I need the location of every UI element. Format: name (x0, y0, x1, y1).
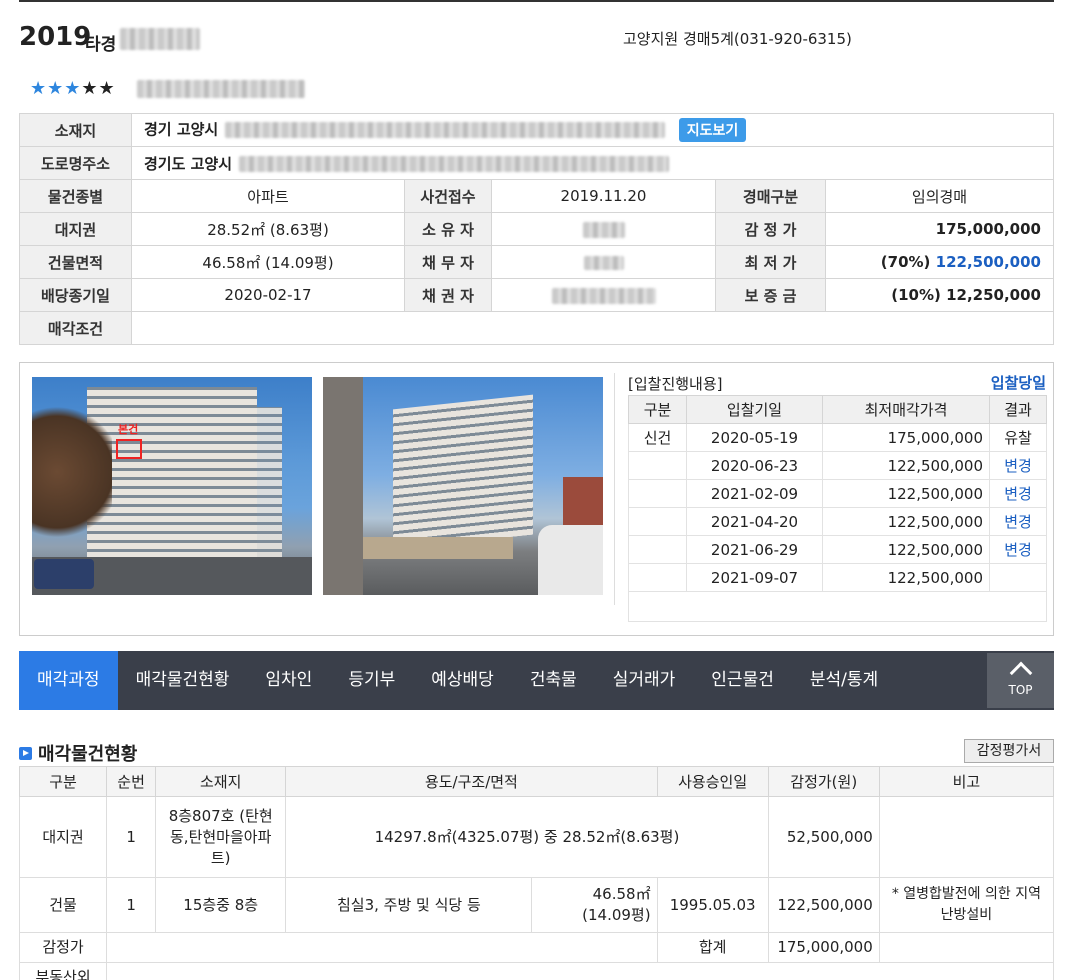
marked-unit-label: 본건 (118, 423, 139, 436)
bid-day-link[interactable]: 입찰당일 (991, 372, 1046, 393)
bid-result-link[interactable]: 변경 (989, 479, 1047, 508)
building-area-label: 건물면적 (19, 245, 132, 279)
bid-row: 2021-06-29 122,500,000 변경 (628, 535, 1047, 564)
bid-col-type: 구분 (628, 395, 687, 424)
bid-row: 2020-06-23 122,500,000 변경 (628, 451, 1047, 480)
appraisal-report-button[interactable]: 감정평가서 (964, 739, 1054, 763)
star-empty-icon: ★★ (81, 78, 116, 99)
bid-row: 2021-02-09 122,500,000 변경 (628, 479, 1047, 508)
tab-real-transactions[interactable]: 실거래가 (595, 651, 694, 710)
case-received-label: 사건접수 (404, 179, 492, 213)
bid-row-empty (628, 591, 1047, 622)
auction-type-label: 경매구분 (715, 179, 826, 213)
case-info-table: 소재지 경기 고양시 지도보기 도로명주소 경기도 고양시 물건종별 아파트 사… (19, 113, 1054, 345)
land-right-value: 28.52㎡ (8.63평) (131, 212, 405, 246)
table-row: 감정가 합계 175,000,000 (18, 932, 1055, 963)
property-photo-2[interactable] (323, 377, 603, 595)
tab-navigation: 매각과정 매각물건현황 임차인 등기부 예상배당 건축물 실거래가 인근물건 분… (19, 651, 1054, 710)
tab-analysis[interactable]: 분석/통계 (792, 651, 896, 710)
auction-type-value: 임의경매 (825, 179, 1054, 213)
sale-items-table: 구분 순번 소재지 용도/구조/면적 사용승인일 감정가(원) 비고 대지권 1… (18, 766, 1055, 980)
creditor-value (491, 278, 716, 312)
chevron-up-icon (1009, 661, 1032, 685)
col-no: 순번 (106, 766, 157, 797)
case-type: 타경 (85, 35, 117, 55)
tab-nearby-properties[interactable]: 인근물건 (693, 651, 792, 710)
col-remarks: 비고 (878, 766, 1055, 797)
rating-stars: ★★★★★ (30, 78, 116, 99)
road-address-value: 경기도 고양시 (131, 146, 1054, 180)
bid-result-link[interactable]: 변경 (989, 535, 1047, 564)
sale-condition-label: 매각조건 (19, 311, 132, 345)
road-address-label: 도로명주소 (19, 146, 132, 180)
bid-result-link[interactable]: 변경 (989, 507, 1047, 536)
case-received-value: 2019.11.20 (491, 179, 716, 213)
property-type-value: 아파트 (131, 179, 405, 213)
bid-row: 신건 2020-05-19 175,000,000 유찰 (628, 423, 1047, 452)
table-row: 건물 1 15층중 8층 침실3, 주방 및 식당 등 46.58㎡ (14.0… (18, 877, 1055, 933)
scroll-top-button[interactable]: TOP (987, 653, 1054, 708)
debtor-label: 채 무 자 (404, 245, 492, 279)
rating-text-redacted (137, 80, 305, 98)
property-type-label: 물건종별 (19, 179, 132, 213)
col-location: 소재지 (155, 766, 287, 797)
col-appraisal: 감정가(원) (767, 766, 880, 797)
case-number-redacted (120, 28, 200, 50)
star-filled-icon: ★★★ (30, 78, 82, 99)
col-approval-date: 사용승인일 (656, 766, 769, 797)
bid-col-date: 입찰기일 (686, 395, 823, 424)
bid-col-price: 최저매각가격 (822, 395, 990, 424)
min-price-value: (70%) 122,500,000 (825, 245, 1054, 279)
play-icon (19, 747, 32, 760)
creditor-label: 채 권 자 (404, 278, 492, 312)
debtor-value (491, 245, 716, 279)
address-redacted (225, 122, 666, 138)
tab-tenants[interactable]: 임차인 (247, 651, 330, 710)
tab-building[interactable]: 건축물 (512, 651, 595, 710)
tab-registry[interactable]: 등기부 (330, 651, 413, 710)
case-header: 2019 타경 고양지원 경매5계(031-920-6315) (19, 20, 1054, 60)
bid-progress-title: [입찰진행내용] (628, 375, 723, 393)
bid-result-link[interactable]: 변경 (989, 451, 1047, 480)
deposit-label: 보 증 금 (715, 278, 826, 312)
property-photo-1[interactable]: 본건 (32, 377, 312, 595)
case-year: 2019 (19, 22, 92, 52)
panel-divider (614, 373, 615, 605)
col-type: 구분 (18, 766, 108, 797)
min-price-label: 최 저 가 (715, 245, 826, 279)
section-title: 매각물건현황 (19, 740, 137, 766)
owner-label: 소 유 자 (404, 212, 492, 246)
bid-history-table: 구분 입찰기일 최저매각가격 결과 신건 2020-05-19 175,000,00… (628, 395, 1047, 622)
col-usage: 용도/구조/면적 (285, 766, 658, 797)
location-label: 소재지 (19, 113, 132, 147)
appraisal-label: 감 정 가 (715, 212, 826, 246)
court-info: 고양지원 경매5계(031-920-6315) (623, 30, 852, 48)
table-row: 대지권 1 8층807호 (탄현동,탄현마을아파트) 14297.8㎡(4325… (18, 796, 1055, 878)
building-area-value: 46.58㎡ (14.09평) (131, 245, 405, 279)
land-right-label: 대지권 (19, 212, 132, 246)
map-view-button[interactable]: 지도보기 (678, 118, 747, 142)
dividend-deadline-label: 배당종기일 (19, 278, 132, 312)
tab-sale-items[interactable]: 매각물건현황 (118, 651, 248, 710)
location-value: 경기 고양시 지도보기 (131, 113, 1054, 147)
road-address-redacted (239, 156, 670, 172)
bid-col-result: 결과 (989, 395, 1047, 424)
table-row: 부동산외 (18, 962, 1054, 980)
tab-sale-process[interactable]: 매각과정 (19, 651, 118, 710)
top-divider (19, 0, 1054, 2)
bid-row: 2021-09-07 122,500,000 (628, 563, 1047, 592)
dividend-deadline-value: 2020-02-17 (131, 278, 405, 312)
bid-row: 2021-04-20 122,500,000 변경 (628, 507, 1047, 536)
owner-value (491, 212, 716, 246)
photo-bid-panel: 본건 [입찰진행내용] 입찰당일 구분 입찰기일 최저매각가격 결과 신건 202… (19, 362, 1054, 636)
tab-expected-dividend[interactable]: 예상배당 (413, 651, 512, 710)
appraisal-value: 175,000,000 (825, 212, 1054, 246)
sale-condition-value (131, 311, 1054, 345)
deposit-value: (10%) 12,250,000 (825, 278, 1054, 312)
marked-unit-box (116, 439, 142, 459)
